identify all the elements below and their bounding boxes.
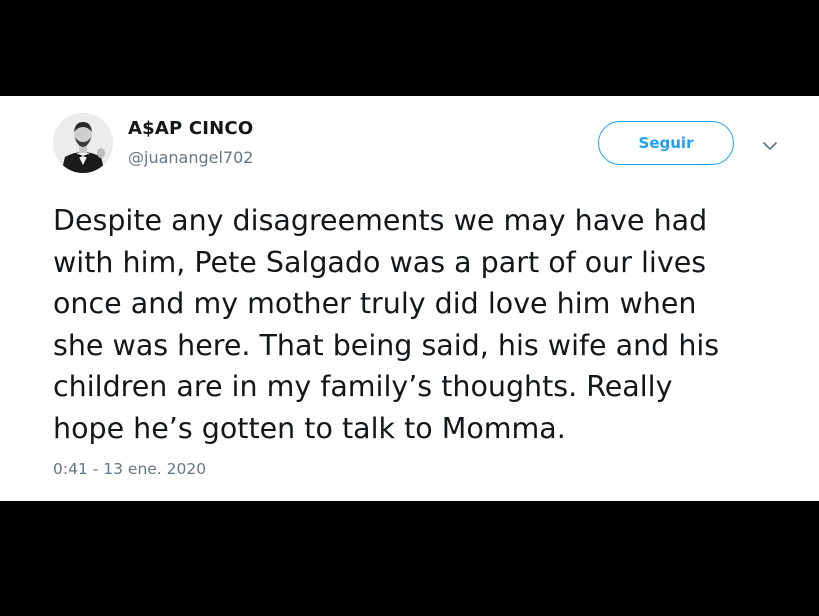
- tweet-text-line: once and my mother truly did love him wh…: [53, 287, 697, 320]
- chevron-down-icon[interactable]: [760, 136, 780, 156]
- tweet-text-line: with him, Pete Salgado was a part of our…: [53, 245, 707, 279]
- tweet-timestamp[interactable]: 0:41 - 13 ene. 2020: [53, 460, 206, 478]
- tweet-text-line: Despite any disagreements we may have ha…: [53, 204, 708, 237]
- avatar-photo: [53, 113, 113, 173]
- user-handle[interactable]: @juanangel702: [128, 148, 253, 167]
- follow-button[interactable]: Seguir: [598, 121, 734, 165]
- avatar[interactable]: [53, 113, 113, 173]
- tweet-text: Despite any disagreements we may have ha…: [53, 200, 793, 449]
- tweet-text-line: hope he’s gotten to talk to Momma.: [53, 411, 566, 445]
- tweet-card: A$AP CINCO @juanangel702 Seguir Despite …: [0, 96, 819, 501]
- tweet-text-line: she was here. That being said, his wife …: [53, 328, 720, 362]
- display-name[interactable]: A$AP CINCO: [128, 118, 253, 139]
- tweet-text-line: children are in my family’s thoughts. Re…: [53, 370, 673, 403]
